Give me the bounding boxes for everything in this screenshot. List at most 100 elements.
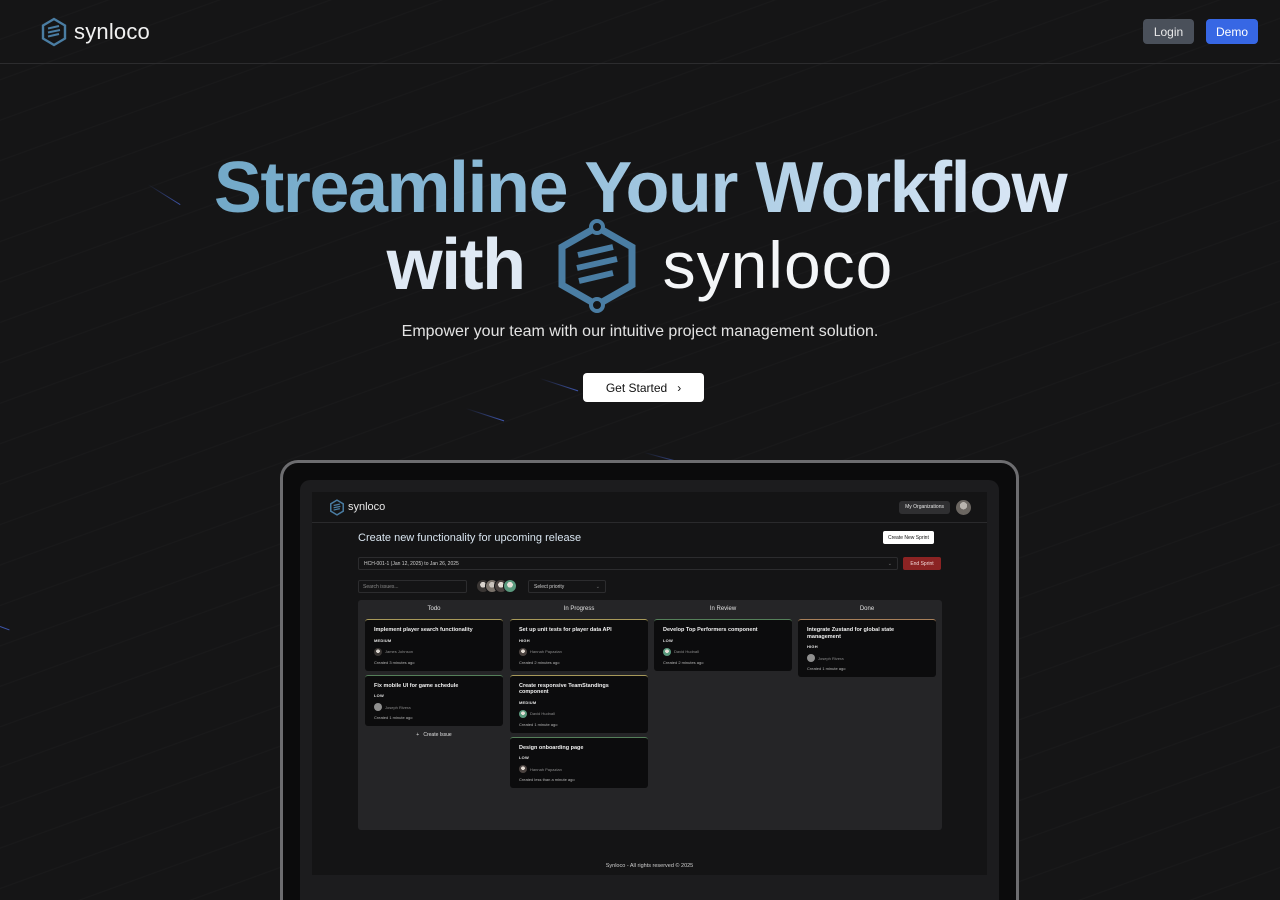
- board-column-in-progress: In Progress Set up unit tests for player…: [510, 600, 648, 792]
- my-organizations-button[interactable]: My Organizations: [899, 500, 950, 514]
- issue-title: Fix mobile UI for game schedule: [374, 682, 459, 689]
- synloco-large-logo-icon: [558, 219, 636, 313]
- background-streak: [539, 378, 579, 392]
- priority-select[interactable]: Select priority ⌄: [528, 580, 606, 593]
- issue-created: Created 1 minute ago: [519, 721, 558, 727]
- assignee-avatar-filter[interactable]: [476, 579, 517, 593]
- issue-priority: HIGH: [519, 637, 530, 643]
- create-issue-label: Create Issue: [423, 732, 452, 738]
- assignee-name: James Johnson: [385, 649, 414, 654]
- issue-assignee: Hannah Papazian: [519, 647, 639, 656]
- issue-priority: HIGH: [807, 644, 818, 649]
- issue-title: Develop Top Performers component: [663, 627, 758, 633]
- assignee-name: David Hudnall: [530, 711, 555, 716]
- assignee-name: Hannah Papazian: [530, 766, 562, 772]
- create-new-sprint-button[interactable]: Create New Sprint: [883, 531, 934, 544]
- assignee-avatar: [807, 654, 815, 662]
- column-title: In Review: [709, 606, 737, 612]
- hero-with-text: with: [386, 225, 526, 305]
- app-brand-name: synloco: [348, 501, 386, 513]
- issue-created: Created 3 minutes ago: [374, 659, 415, 665]
- search-issues-placeholder: Search issues...: [363, 583, 399, 590]
- assignee-avatar: [663, 647, 671, 656]
- synloco-logo-icon: [41, 17, 67, 46]
- assignee-avatar: [519, 647, 527, 656]
- app-footer: Synloco - All rights reserved © 2025: [605, 863, 694, 869]
- issue-assignee: David Hudnall: [519, 709, 639, 718]
- assignee-avatar: [519, 765, 527, 773]
- issue-created: Created 2 minutes ago: [519, 659, 560, 665]
- issue-priority: LOW: [374, 693, 384, 698]
- nav-actions: Login Demo: [1143, 19, 1258, 44]
- issue-priority: MEDIUM: [519, 699, 537, 705]
- demo-button[interactable]: Demo: [1206, 19, 1258, 44]
- hero-subtitle: Empower your team with our intuitive pro…: [401, 323, 879, 340]
- issue-card[interactable]: Create responsive TeamStandings componen…: [510, 674, 648, 733]
- app-navbar: synloco My Organizations: [312, 492, 987, 523]
- issue-card[interactable]: Develop Top Performers component LOW Dav…: [654, 619, 792, 671]
- issue-assignee: James Johnson: [374, 647, 494, 656]
- assignee-avatar: [374, 703, 382, 711]
- assignee-avatar: [374, 647, 382, 656]
- column-title: Done: [859, 606, 875, 612]
- issue-title: Design onboarding page: [519, 744, 584, 751]
- laptop-mockup: synloco My Organizations Create new func…: [280, 460, 1019, 900]
- search-issues-input[interactable]: Search issues...: [358, 580, 467, 593]
- issue-assignee: Joseph Rivera: [807, 654, 927, 662]
- user-avatar[interactable]: [956, 499, 971, 515]
- assignee-name: Hannah Papazian: [530, 649, 562, 654]
- assignee-name: David Hudnall: [674, 649, 699, 654]
- issue-card[interactable]: Fix mobile UI for game schedule LOW Jose…: [365, 674, 503, 726]
- plus-icon: +: [416, 732, 420, 738]
- issue-assignee: David Hudnall: [663, 647, 783, 656]
- laptop-screen: synloco My Organizations Create new func…: [300, 480, 999, 900]
- column-title: Todo: [427, 606, 441, 612]
- board-column-todo: Todo Implement player search functionali…: [365, 600, 503, 738]
- issue-title: Implement player search functionality: [374, 627, 473, 633]
- issue-priority: MEDIUM: [374, 637, 392, 643]
- hero-brand-name: synloco: [662, 228, 894, 302]
- assignee-name: Joseph Rivera: [385, 704, 411, 710]
- sprint-select[interactable]: HCH-001-1 (Jan 12, 2025) to Jan 26, 2025…: [358, 557, 898, 570]
- issue-card[interactable]: Design onboarding page LOW Hannah Papazi…: [510, 736, 648, 788]
- chevron-down-icon: ⌄: [595, 583, 600, 590]
- chevron-down-icon: ⌄: [887, 560, 892, 567]
- board-column-in-review: In Review Develop Top Performers compone…: [654, 600, 792, 675]
- assignee-name: Joseph Rivera: [818, 655, 844, 661]
- issue-created: Created less than a minute ago: [519, 777, 575, 782]
- synloco-logo-icon: [330, 498, 344, 516]
- background-streak: [465, 408, 505, 422]
- issue-card[interactable]: Integrate Zustand for global state manag…: [798, 619, 936, 677]
- top-navbar: synloco Login Demo: [0, 0, 1280, 64]
- brand-logo[interactable]: synloco: [40, 17, 150, 47]
- get-started-button[interactable]: Get Started ›: [583, 373, 704, 402]
- app-brand-logo[interactable]: synloco: [329, 498, 386, 516]
- priority-select-placeholder: Select priority: [534, 583, 565, 590]
- issue-created: Created 2 minutes ago: [663, 659, 704, 665]
- issue-title: Integrate Zustand for global state manag…: [807, 627, 895, 640]
- hero-title-line-2: with synloco: [0, 215, 1280, 315]
- end-sprint-button[interactable]: End Sprint: [903, 557, 941, 570]
- kanban-board: Todo Implement player search functionali…: [358, 600, 942, 830]
- create-issue-button[interactable]: + Create Issue: [365, 732, 503, 738]
- assignee-avatar[interactable]: [503, 579, 517, 593]
- issue-created: Created 1 minute ago: [374, 715, 413, 720]
- login-button[interactable]: Login: [1143, 19, 1194, 44]
- app-preview: synloco My Organizations Create new func…: [312, 492, 987, 875]
- issue-created: Created 1 minute ago: [807, 666, 846, 671]
- brand-name: synloco: [74, 18, 150, 44]
- background-streak: [0, 626, 10, 631]
- issue-assignee: Hannah Papazian: [519, 765, 639, 773]
- issue-title: Set up unit tests for player data API: [519, 627, 612, 633]
- app-nav-actions: My Organizations: [899, 499, 971, 515]
- issue-priority: LOW: [519, 755, 529, 760]
- issue-card[interactable]: Set up unit tests for player data API HI…: [510, 619, 648, 671]
- chevron-right-icon: ›: [677, 380, 682, 395]
- get-started-label: Get Started: [605, 380, 668, 395]
- issue-title: Create responsive TeamStandings componen…: [519, 682, 609, 696]
- column-title: In Progress: [563, 606, 595, 612]
- sprint-select-value: HCH-001-1 (Jan 12, 2025) to Jan 26, 2025: [364, 560, 459, 567]
- board-column-done: Done Integrate Zustand for global state …: [798, 600, 936, 681]
- issue-card[interactable]: Implement player search functionality ME…: [365, 619, 503, 671]
- issue-assignee: Joseph Rivera: [374, 703, 494, 711]
